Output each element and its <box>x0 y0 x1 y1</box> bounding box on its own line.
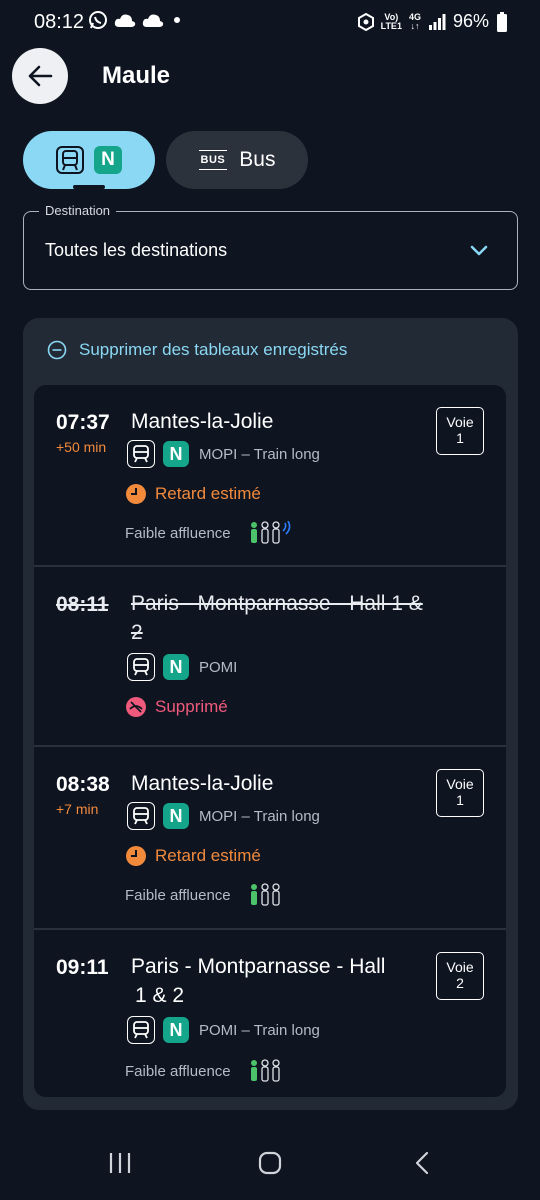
notification-icons <box>88 10 184 30</box>
train-mode-toggle[interactable]: N <box>23 131 155 189</box>
delay-text: +50 min <box>56 439 107 455</box>
line-n-badge: N <box>163 441 189 467</box>
line-n-badge: N <box>163 803 189 829</box>
departure-item[interactable]: 09:11 Paris - Montparnasse - Hall 1 & 2 V… <box>34 930 506 1097</box>
destination-value: Toutes les destinations <box>45 240 228 260</box>
departure-list: 07:37 +50 min Mantes-la-Jolie Voie 1 N MO… <box>34 385 506 1097</box>
crowding-label: Faible affluence <box>125 886 231 904</box>
train-icon <box>127 1016 155 1044</box>
cloud-icon <box>142 14 164 27</box>
low-crowding-icon <box>250 521 291 544</box>
signal-icon <box>428 13 446 30</box>
system-indicators: Vo) LTE1 4G ↓↑ 96% <box>357 11 508 32</box>
whatsapp-icon <box>89 11 107 29</box>
train-icon <box>127 802 155 830</box>
destination-name: Mantes-la-Jolie <box>131 772 274 795</box>
recent-apps-icon[interactable] <box>108 1150 132 1176</box>
selected-indicator <box>73 185 105 189</box>
low-crowding-icon <box>250 1059 280 1082</box>
destination-name: Paris - Montparnasse - Hall 1 & 2 <box>131 592 423 644</box>
clock: 08:12 <box>34 11 85 33</box>
mission-code: POMI <box>199 658 238 676</box>
line-info: N POMI – Train long <box>127 1016 320 1044</box>
line-n-badge: N <box>163 1017 189 1043</box>
departure-time: 09:11 <box>56 956 109 979</box>
train-icon <box>56 146 84 174</box>
dot-icon <box>174 17 180 23</box>
delay-status: Retard estimé <box>125 483 261 505</box>
cloud-icon <box>114 14 136 27</box>
departure-item[interactable]: 08:11 Paris - Montparnasse - Hall 1 & 2 N… <box>34 567 506 745</box>
saved-board-panel: Supprimer des tableaux enregistrés 07:37… <box>23 318 518 1110</box>
clock-icon <box>126 484 146 504</box>
mission-code: POMI – Train long <box>199 1021 320 1039</box>
line-info: N MOPI – Train long <box>127 802 320 830</box>
departure-time: 08:38 <box>56 773 110 796</box>
destination-select[interactable]: Destination Toutes les destinations <box>23 203 518 290</box>
battery-icon <box>497 11 507 32</box>
chevron-down-icon <box>470 245 488 256</box>
delay-status: Retard estimé <box>125 845 261 867</box>
volte-indicator: Vo) LTE1 <box>380 11 402 31</box>
platform-badge: Voie 1 <box>436 769 484 817</box>
departure-time: 07:37 <box>56 411 110 434</box>
departure-time: 08:11 <box>56 593 109 616</box>
delay-text: +7 min <box>56 801 99 817</box>
bus-icon: BUS <box>198 150 228 170</box>
low-crowding-icon <box>250 883 280 906</box>
remove-saved-board-label: Supprimer des tableaux enregistrés <box>79 340 348 359</box>
crowding-label: Faible affluence <box>125 524 231 542</box>
network-type-indicator: 4G ↓↑ <box>408 11 421 31</box>
line-info: N MOPI – Train long <box>127 440 320 468</box>
platform-badge: Voie 1 <box>436 407 484 455</box>
platform-badge: Voie 2 <box>436 952 484 1000</box>
destination-name: Mantes-la-Jolie <box>131 410 274 433</box>
cancelled-icon <box>126 697 146 717</box>
bus-mode-toggle[interactable]: BUS Bus <box>166 131 308 189</box>
crowding-info: Faible affluence <box>125 883 283 907</box>
data-saver-icon <box>357 12 374 31</box>
destination-label: Destination <box>39 203 117 218</box>
train-icon <box>127 653 155 681</box>
crowding-info: Faible affluence <box>125 521 295 545</box>
cancelled-status: Supprimé <box>125 696 228 718</box>
crowding-label: Faible affluence <box>125 1062 231 1080</box>
system-navigation-bar <box>0 1130 540 1200</box>
line-info: N POMI <box>127 653 237 681</box>
minus-circle-icon <box>47 340 67 360</box>
bus-label: Bus <box>239 148 276 171</box>
mission-code: MOPI – Train long <box>199 445 320 463</box>
departure-item[interactable]: 08:38 +7 min Mantes-la-Jolie Voie 1 N MOP… <box>34 747 506 928</box>
clock-icon <box>126 846 146 866</box>
page-title: Maule <box>102 62 171 89</box>
crowding-info: Faible affluence <box>125 1059 283 1083</box>
arrow-left-icon <box>28 65 53 87</box>
remove-saved-board-button[interactable]: Supprimer des tableaux enregistrés <box>47 340 347 360</box>
status-bar: 08:12 Vo) LTE1 4G ↓↑ 96% <box>0 0 540 44</box>
destination-name: Paris - Montparnasse - Hall 1 & 2 <box>131 955 386 1007</box>
train-icon <box>127 440 155 468</box>
back-nav-icon[interactable] <box>412 1150 432 1176</box>
mission-code: MOPI – Train long <box>199 807 320 825</box>
line-n-badge: N <box>163 654 189 680</box>
home-icon[interactable] <box>257 1150 283 1176</box>
back-button[interactable] <box>12 48 68 104</box>
battery-percent: 96% <box>452 11 489 31</box>
line-n-badge: N <box>94 146 122 174</box>
departure-item[interactable]: 07:37 +50 min Mantes-la-Jolie Voie 1 N MO… <box>34 385 506 565</box>
header: Maule <box>0 44 540 114</box>
